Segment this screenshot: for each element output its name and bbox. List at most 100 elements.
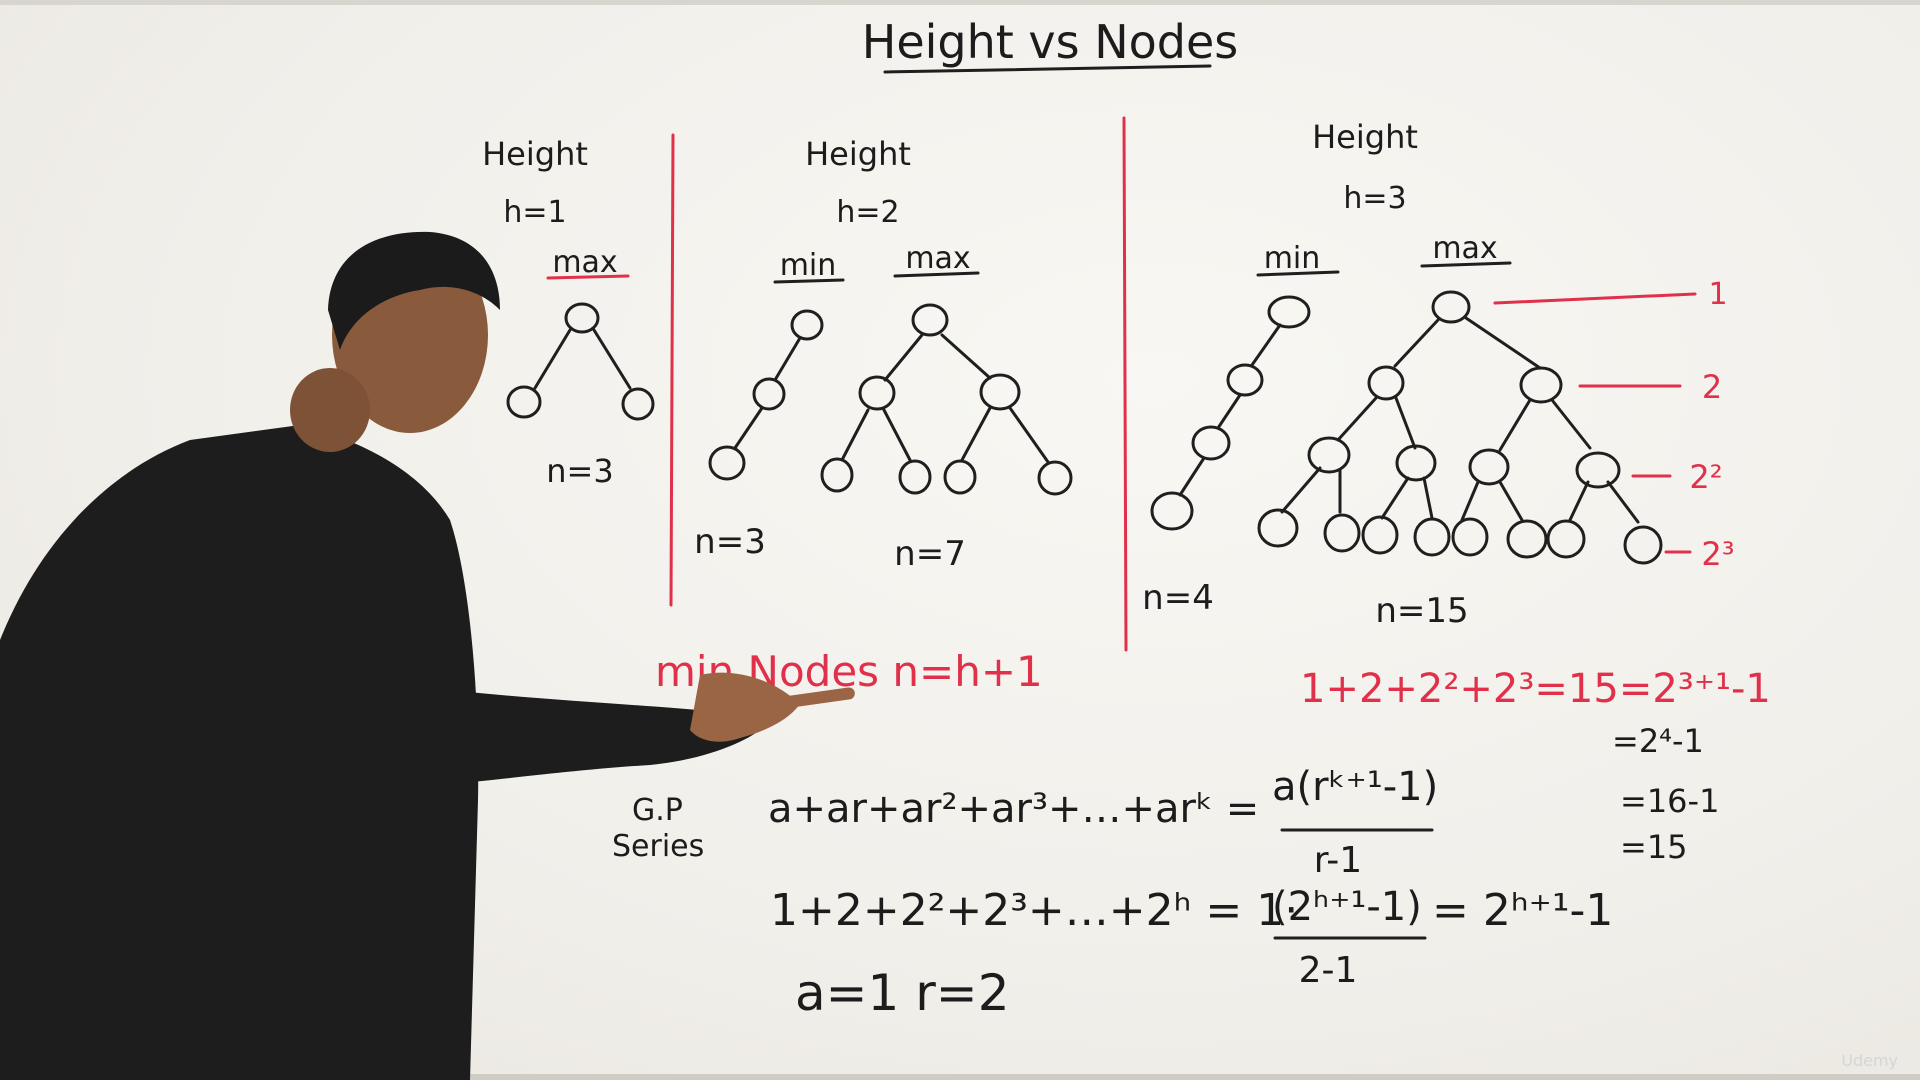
- h1-edge: [592, 328, 632, 390]
- h3-max-node: [1361, 515, 1399, 555]
- sum2-lhs: 1+2+2²+2³+…+2ʰ = 1·: [770, 885, 1298, 936]
- h3-min-edge: [1250, 323, 1282, 367]
- level-4-label: 2³: [1701, 535, 1734, 573]
- h3-max-edge: [1280, 466, 1322, 514]
- h3-max-edge: [1568, 480, 1590, 522]
- h2-min-edge: [773, 336, 802, 382]
- h2-min-underline: [773, 278, 845, 284]
- h3-min-edge: [1216, 393, 1242, 430]
- gp-denominator: r-1: [1314, 840, 1362, 881]
- sum-of-levels: 1+2+2²+2³=15=2³⁺¹-1: [1300, 666, 1771, 712]
- level-2-label: 2: [1702, 368, 1722, 406]
- h1-node: [564, 302, 600, 334]
- section-height-2: Height h=2 min max n=3 n=7: [694, 135, 1073, 574]
- h3-min-label: min: [1264, 241, 1321, 276]
- h2-max-node: [898, 459, 932, 495]
- gp-label: G.P: [632, 793, 683, 828]
- h3-max-edge: [1464, 316, 1542, 370]
- h1-node: [621, 387, 655, 421]
- h2-min-node: [752, 377, 786, 411]
- h3-max-node: [1468, 448, 1510, 486]
- h1-node-count: n=3: [546, 452, 613, 490]
- section-height-3: Height h=3 min max 1 2 2² 2³ n=4 n=15: [1142, 118, 1734, 631]
- sum2-numerator: (2ʰ⁺¹-1): [1272, 884, 1422, 930]
- h2-max-node: [979, 373, 1021, 411]
- h3-max-node: [1451, 517, 1489, 557]
- h2-max-edge: [960, 406, 992, 462]
- h3-max-node: [1431, 290, 1471, 324]
- h3-max-edge: [1393, 318, 1440, 368]
- h2-min-node: [790, 309, 824, 341]
- gp-numerator: a(rᵏ⁺¹-1): [1272, 764, 1438, 810]
- h3-max-node: [1546, 519, 1586, 559]
- h3-max-edge: [1460, 480, 1480, 522]
- sum2-denominator: 2-1: [1299, 950, 1358, 991]
- h3-max-edge: [1606, 480, 1640, 524]
- h2-max-edge: [840, 408, 870, 462]
- sum2-result: = 2ʰ⁺¹-1: [1432, 885, 1613, 936]
- h2-max-node: [1037, 460, 1073, 496]
- h1-edge: [533, 328, 572, 390]
- h1-max-label: max: [552, 245, 617, 280]
- h3-max-node: [1307, 436, 1351, 474]
- h3-max-edge: [1498, 480, 1524, 522]
- h1-value: h=1: [503, 195, 566, 230]
- h3-max-node: [1506, 519, 1548, 559]
- level-1-label: 1: [1708, 277, 1727, 312]
- h1-heading: Height: [482, 135, 588, 173]
- step-1: =2⁴-1: [1612, 722, 1704, 760]
- h3-max-node: [1623, 525, 1663, 565]
- h3-max-node: [1323, 513, 1361, 553]
- h2-min-label: min: [780, 248, 837, 283]
- h3-min-node-count: n=4: [1142, 578, 1214, 618]
- h3-max-node: [1395, 444, 1437, 482]
- h3-max-edge: [1498, 398, 1532, 452]
- h2-min-node-count: n=3: [694, 522, 766, 562]
- h1-node: [506, 385, 542, 419]
- h3-max-node: [1367, 365, 1405, 401]
- h3-max-edge: [1394, 396, 1417, 450]
- h3-max-edge: [1336, 396, 1378, 442]
- h2-min-node: [708, 445, 746, 481]
- h2-max-edge: [940, 333, 992, 380]
- h3-min-node: [1191, 425, 1231, 461]
- h3-max-node: [1519, 366, 1563, 404]
- h2-max-node: [911, 303, 949, 337]
- separator-2: [1122, 116, 1128, 652]
- h3-max-node: [1575, 451, 1621, 489]
- h2-max-node: [820, 457, 854, 493]
- h2-max-edge: [883, 333, 924, 382]
- h2-max-edge: [882, 408, 912, 462]
- udemy-watermark: Udemy: [1841, 1051, 1898, 1070]
- h2-max-node-count: n=7: [894, 534, 966, 574]
- h3-heading: Height: [1312, 118, 1418, 156]
- h2-max-node: [858, 375, 896, 411]
- h3-max-edge: [1550, 398, 1592, 450]
- h2-max-node: [943, 459, 977, 495]
- h1-max-underline: [546, 274, 630, 280]
- h3-min-node: [1226, 363, 1264, 397]
- gp-series-lhs: a+ar+ar²+ar³+…+arᵏ =: [768, 786, 1259, 832]
- h3-max-edge: [1380, 476, 1410, 520]
- title: Height vs Nodes: [862, 15, 1239, 69]
- h3-max-node: [1413, 517, 1451, 557]
- h3-value: h=3: [1343, 181, 1406, 216]
- h3-max-node-count: n=15: [1375, 591, 1468, 631]
- h3-max-label: max: [1432, 231, 1497, 266]
- h2-heading: Height: [805, 135, 911, 173]
- level-1-line: [1493, 292, 1697, 305]
- h3-min-node: [1267, 295, 1311, 329]
- step-2: =16-1: [1620, 782, 1719, 820]
- whiteboard-drawing: Height vs Nodes Height h=1 min max n=3 H…: [0, 15, 1771, 1080]
- level-3-label: 2²: [1689, 458, 1722, 496]
- h2-max-edge: [1008, 406, 1050, 464]
- h3-max-node: [1257, 508, 1299, 548]
- step-3: =15: [1620, 828, 1688, 866]
- h2-max-label: max: [905, 241, 970, 276]
- gp-parameters: a=1 r=2: [795, 964, 1010, 1022]
- h3-max-edge: [1422, 476, 1434, 520]
- h3-min-node: [1150, 491, 1194, 531]
- separator-1: [669, 133, 675, 607]
- series-label: Series: [612, 829, 704, 864]
- h3-min-edge: [1178, 456, 1206, 497]
